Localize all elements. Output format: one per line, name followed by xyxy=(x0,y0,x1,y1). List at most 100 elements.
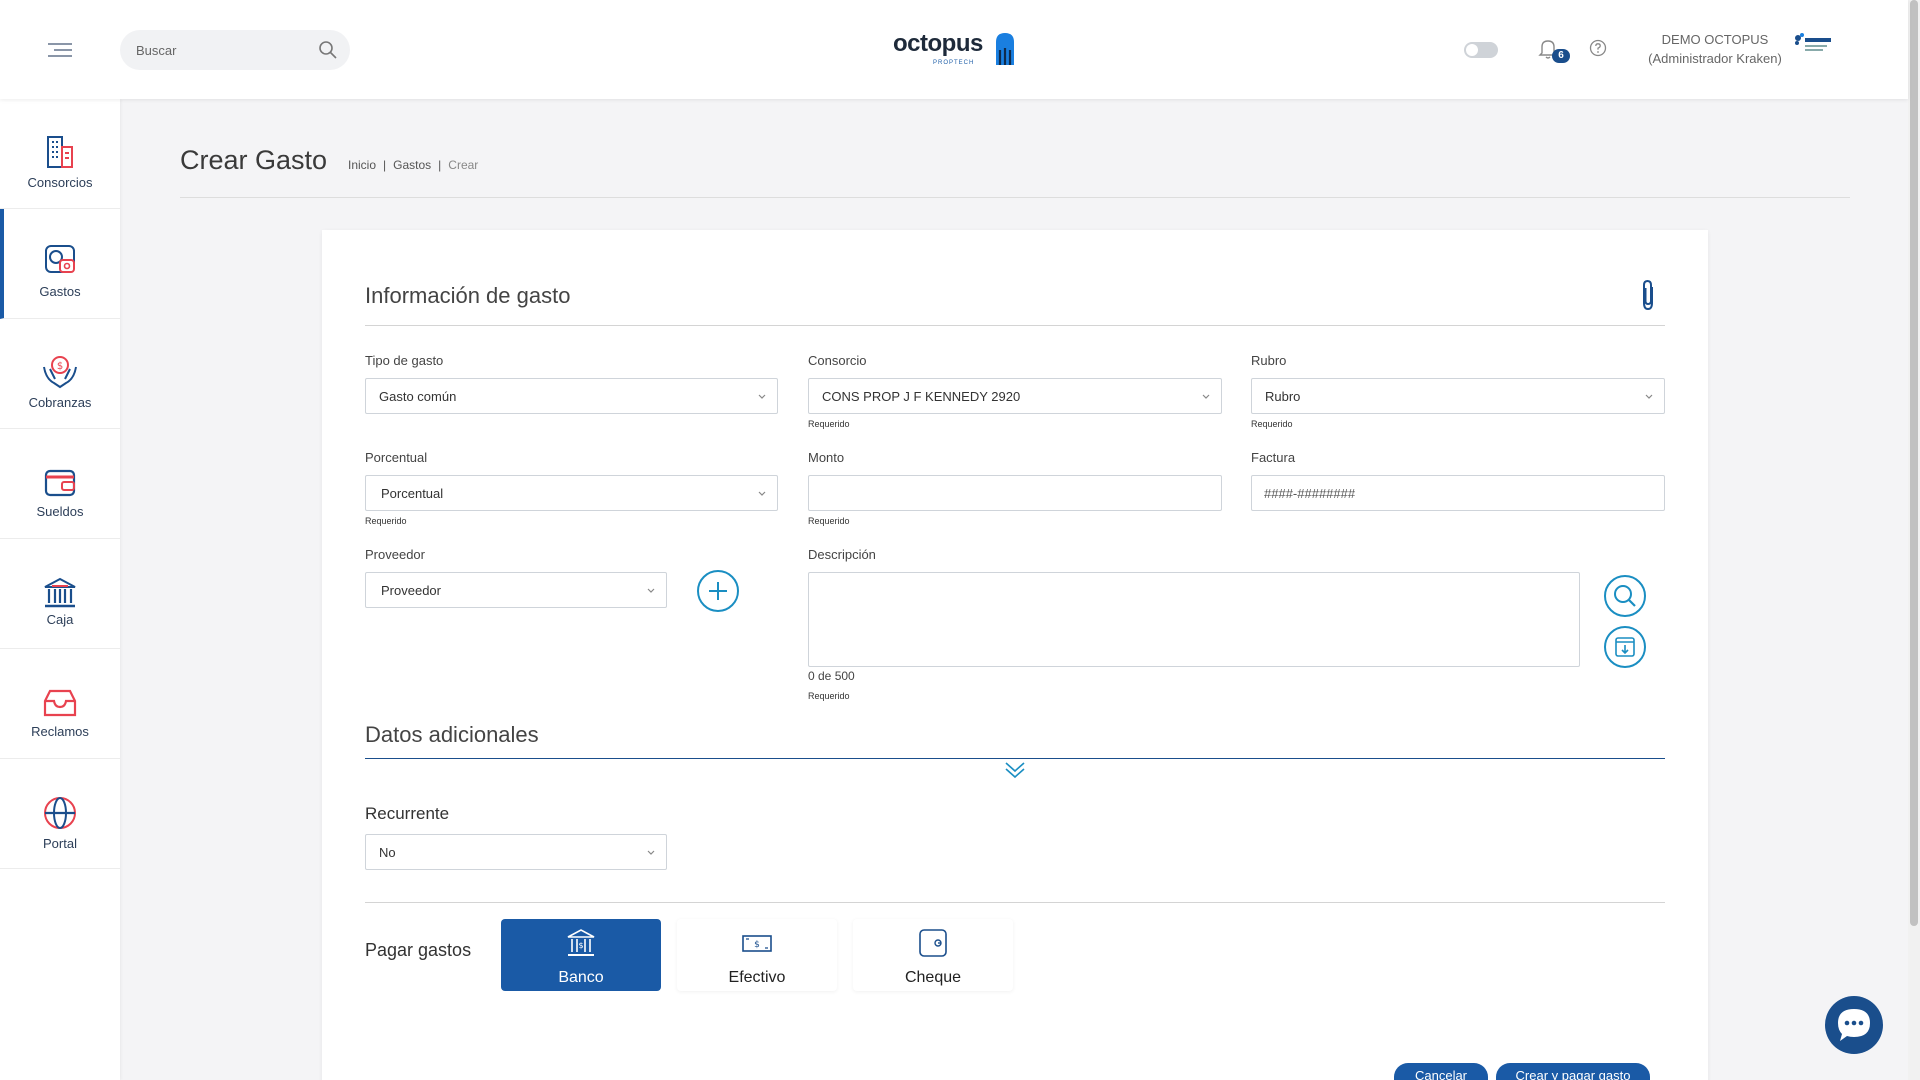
cheque-icon xyxy=(919,929,947,957)
pay-option-cheque[interactable]: Cheque xyxy=(853,919,1013,991)
consorcio-label: Consorcio xyxy=(808,353,867,368)
factura-label: Factura xyxy=(1251,450,1296,465)
descripcion-label: Descripción xyxy=(808,547,876,562)
proveedor-value: Proveedor xyxy=(381,583,441,598)
rubro-select[interactable]: Rubro xyxy=(1251,378,1665,414)
consorcio-select[interactable]: CONS PROP J F KENNEDY 2920 xyxy=(808,378,1222,414)
sidebar-item-label: Cobranzas xyxy=(28,395,92,410)
expense-icon xyxy=(45,245,75,273)
octopus-mark-icon xyxy=(996,33,1014,65)
payment-title: Pagar gastos xyxy=(365,940,472,960)
bank-icon: $ xyxy=(567,929,595,956)
chevron-down-icon xyxy=(758,394,766,399)
descripcion-counter: 0 de 500 xyxy=(808,669,855,683)
recurrente-select[interactable]: No xyxy=(365,834,667,870)
scrollbar-thumb[interactable] xyxy=(1910,0,1918,926)
cancel-button[interactable]: Cancelar xyxy=(1394,1063,1488,1080)
title-divider xyxy=(180,197,1850,198)
pay-option-label: Banco xyxy=(558,969,604,986)
proveedor-label: Proveedor xyxy=(365,547,425,562)
chevron-down-icon xyxy=(1645,394,1653,399)
recurrente-label: Recurrente xyxy=(365,804,450,823)
svg-text:$: $ xyxy=(578,941,583,950)
chat-button[interactable] xyxy=(1825,996,1883,1054)
factura-input[interactable] xyxy=(1252,476,1664,510)
page-scrollbar[interactable] xyxy=(1908,0,1920,1080)
descripcion-textarea[interactable] xyxy=(809,573,1579,666)
magnifier-icon xyxy=(1614,585,1636,607)
monto-field[interactable] xyxy=(808,475,1222,511)
chat-bubble-icon xyxy=(1838,1009,1870,1041)
breadcrumb-gastos[interactable]: Gastos xyxy=(393,158,431,172)
svg-text:$: $ xyxy=(57,361,63,372)
sidebar-item-sueldos[interactable]: Sueldos xyxy=(0,429,120,539)
recurrente-value: No xyxy=(379,845,396,860)
breadcrumb-inicio[interactable]: Inicio xyxy=(348,158,376,172)
globe-icon xyxy=(44,797,76,829)
collection-icon: $ xyxy=(43,356,77,389)
sidebar-item-gastos[interactable]: Gastos xyxy=(0,209,120,319)
plus-icon xyxy=(709,582,727,600)
search-icon[interactable] xyxy=(318,40,338,60)
sidebar-item-reclamos[interactable]: Reclamos xyxy=(0,649,120,759)
breadcrumb: Inicio | Gastos | Crear xyxy=(348,158,479,172)
monto-required: Requerido xyxy=(808,516,850,526)
section-divider xyxy=(365,325,1665,326)
cash-icon: $ xyxy=(742,935,772,952)
import-description-button[interactable] xyxy=(1604,626,1646,668)
breadcrumb-crear: Crear xyxy=(448,158,479,172)
search-box[interactable] xyxy=(120,30,350,70)
sidebar-item-label: Consorcios xyxy=(27,175,93,190)
theme-toggle[interactable] xyxy=(1464,42,1498,58)
consorcio-value: CONS PROP J F KENNEDY 2920 xyxy=(822,389,1021,404)
page-title: Crear Gasto xyxy=(180,145,328,175)
double-chevron-down-icon[interactable] xyxy=(1004,760,1026,780)
factura-field[interactable] xyxy=(1251,475,1665,511)
sidebar-item-label: Gastos xyxy=(39,284,81,299)
tipo-gasto-label: Tipo de gasto xyxy=(365,353,444,368)
logo-subtext: PROPTECH xyxy=(933,60,975,66)
bank-icon xyxy=(44,577,76,608)
sidebar-item-label: Caja xyxy=(46,612,74,627)
tipo-gasto-select[interactable]: Gasto común xyxy=(365,378,778,414)
chevron-down-icon xyxy=(1202,394,1210,399)
search-input[interactable] xyxy=(136,30,306,70)
porcentual-select[interactable]: Porcentual xyxy=(365,475,778,511)
porcentual-required: Requerido xyxy=(365,516,407,526)
top-header: octopus PROPTECH 6 DEMO OCTOPUS (Adminis… xyxy=(0,0,1908,99)
sidebar-item-caja[interactable]: Caja xyxy=(0,539,120,649)
user-role: (Administrador Kraken) xyxy=(1648,51,1782,66)
descripcion-field[interactable] xyxy=(808,572,1580,667)
pay-option-efectivo[interactable]: $ Efectivo xyxy=(677,919,837,991)
monto-input[interactable] xyxy=(809,476,1221,510)
sidebar-item-consorcios[interactable]: Consorcios xyxy=(0,99,120,209)
sidebar-item-cobranzas[interactable]: $ Cobranzas xyxy=(0,319,120,429)
menu-icon[interactable] xyxy=(48,43,72,57)
chevron-down-icon xyxy=(647,588,655,593)
inbox-icon xyxy=(43,689,77,717)
svg-text:$: $ xyxy=(754,940,760,950)
chevron-down-icon xyxy=(758,491,766,496)
sidebar-item-portal[interactable]: Portal xyxy=(0,759,120,869)
proveedor-select[interactable]: Proveedor xyxy=(365,572,667,608)
help-icon[interactable] xyxy=(1589,39,1607,57)
porcentual-value: Porcentual xyxy=(381,486,444,501)
user-name[interactable]: DEMO OCTOPUS xyxy=(1640,32,1790,47)
payment-divider xyxy=(365,902,1665,903)
sidebar-item-label: Reclamos xyxy=(31,724,89,739)
pay-option-banco[interactable]: $ Banco xyxy=(501,919,661,991)
consorcio-required: Requerido xyxy=(808,419,850,429)
octopus-logo[interactable]: octopus PROPTECH xyxy=(893,30,1014,70)
add-proveedor-button[interactable] xyxy=(697,570,739,612)
chevron-down-icon xyxy=(647,850,655,855)
company-logo-icon xyxy=(1795,33,1831,51)
building-icon xyxy=(47,136,73,168)
paperclip-icon[interactable] xyxy=(1637,279,1659,313)
section-title-additional: Datos adicionales xyxy=(365,722,539,747)
download-box-icon xyxy=(1615,637,1635,657)
create-and-pay-button[interactable]: Crear y pagar gasto xyxy=(1496,1063,1650,1080)
search-description-button[interactable] xyxy=(1604,575,1646,617)
pay-option-label: Efectivo xyxy=(728,969,786,986)
pay-option-label: Cheque xyxy=(904,969,962,986)
additional-divider xyxy=(365,758,1665,759)
